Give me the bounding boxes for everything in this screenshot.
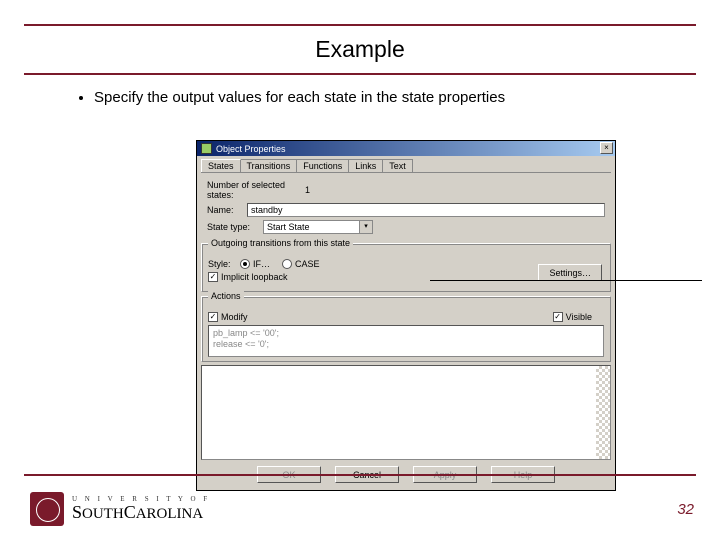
chevron-down-icon: ▾ xyxy=(359,221,372,233)
divider-under-title xyxy=(24,73,696,75)
divider-top xyxy=(24,24,696,26)
actions-textarea[interactable]: pb_lamp <= '00'; release <= '0'; xyxy=(208,325,604,357)
state-type-select[interactable]: Start State ▾ xyxy=(263,220,373,234)
actions-fieldset: Actions ✓Modify ✓Visible pb_lamp <= '00'… xyxy=(201,296,611,362)
check-loopback[interactable]: ✓Implicit loopback xyxy=(208,272,288,282)
usc-logo-text: U N I V E R S I T Y O F SOUTHCAROLINA xyxy=(72,496,210,522)
callout-arrow xyxy=(430,280,702,281)
radio-if[interactable]: IF… xyxy=(240,259,270,269)
usc-seal-icon xyxy=(30,492,64,526)
bullet-item: Specify the output values for each state… xyxy=(94,89,690,106)
actions-legend: Actions xyxy=(208,291,244,301)
tab-panel: Number of selected states: 1 Name: stand… xyxy=(201,173,611,239)
tab-links[interactable]: Links xyxy=(348,159,383,172)
dialog-titlebar[interactable]: Object Properties × xyxy=(197,141,615,156)
tab-strip: States Transitions Functions Links Text xyxy=(201,159,611,173)
tab-text[interactable]: Text xyxy=(382,159,413,172)
state-list[interactable] xyxy=(201,365,611,460)
settings-button[interactable]: Settings… xyxy=(538,264,602,281)
tab-states[interactable]: States xyxy=(201,159,241,172)
close-icon[interactable]: × xyxy=(600,142,613,154)
slide-title: Example xyxy=(24,36,696,63)
scrollbar[interactable] xyxy=(596,366,610,459)
dialog-icon xyxy=(201,143,212,154)
radio-case[interactable]: CASE xyxy=(282,259,320,269)
outgoing-legend: Outgoing transitions from this state xyxy=(208,238,353,248)
name-label: Name: xyxy=(207,205,247,215)
style-label: Style: xyxy=(208,259,240,269)
slide: Example Specify the output values for ea… xyxy=(0,0,720,540)
dialog-title-text: Object Properties xyxy=(216,144,286,154)
usc-logo: U N I V E R S I T Y O F SOUTHCAROLINA xyxy=(30,492,210,526)
logo-line1: U N I V E R S I T Y O F xyxy=(72,496,210,503)
outgoing-fieldset: Outgoing transitions from this state Sty… xyxy=(201,243,611,292)
logo-line2: SOUTHCAROLINA xyxy=(72,503,210,522)
name-field[interactable]: standby xyxy=(247,203,605,217)
check-modify[interactable]: ✓Modify xyxy=(208,312,248,322)
check-visible[interactable]: ✓Visible xyxy=(553,312,592,322)
object-properties-dialog: Object Properties × States Transitions F… xyxy=(196,140,616,491)
footer-divider xyxy=(24,474,696,476)
page-number: 32 xyxy=(677,501,694,518)
tab-functions[interactable]: Functions xyxy=(296,159,349,172)
num-states-label: Number of selected states: xyxy=(207,180,305,200)
bullet-list: Specify the output values for each state… xyxy=(54,89,690,106)
state-type-label: State type: xyxy=(207,222,263,232)
state-type-value: Start State xyxy=(267,222,310,232)
num-states-value: 1 xyxy=(305,185,310,195)
tab-transitions[interactable]: Transitions xyxy=(240,159,298,172)
